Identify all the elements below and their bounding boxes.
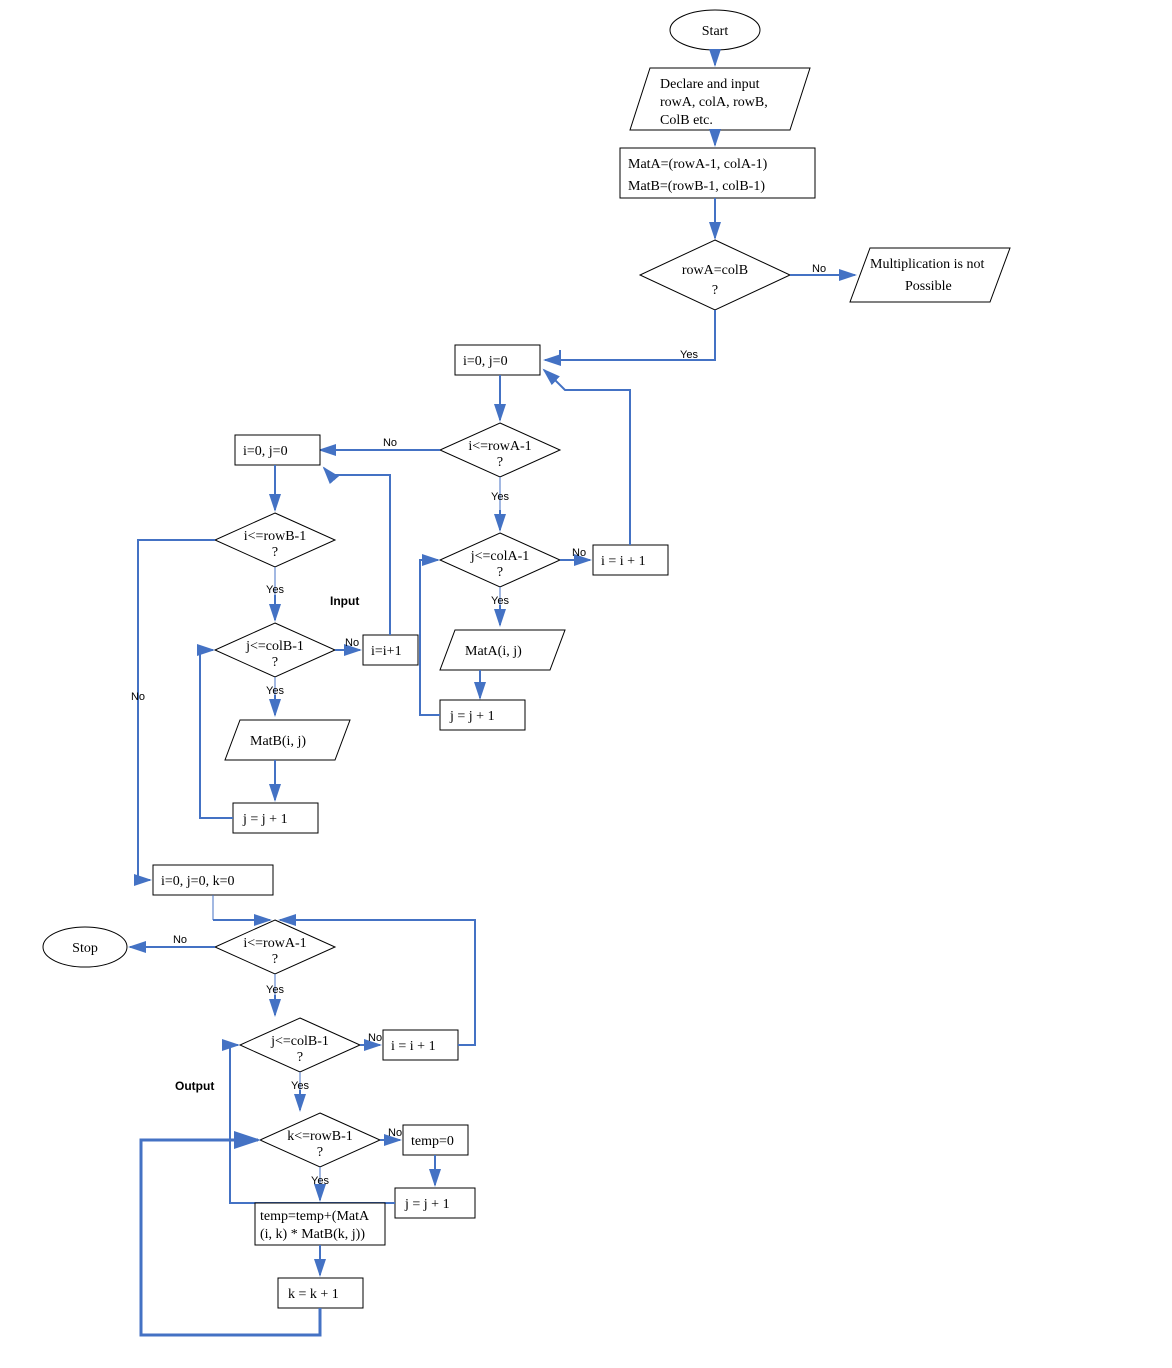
tempcalc2-text: (i, k) * MatB(k, j)) xyxy=(260,1227,365,1242)
irowa-text1: i<=rowA-1 xyxy=(468,439,531,454)
matbij-text: MatB(i, j) xyxy=(250,734,306,749)
initmat2-text: MatB=(rowB-1, colB-1) xyxy=(628,179,765,194)
jplus1-text: j = j + 1 xyxy=(449,709,495,724)
ij0b-text: i=0, j=0 xyxy=(243,444,288,459)
connector xyxy=(420,560,440,715)
krowb-text1: k<=rowB-1 xyxy=(287,1129,353,1144)
initmat1-text: MatA=(rowA-1, colA-1) xyxy=(628,157,768,172)
output-label: Output xyxy=(175,1079,214,1093)
yes-label: Yes xyxy=(266,584,284,596)
jcolb2-text1: j<=colB-1 xyxy=(270,1034,329,1049)
connector xyxy=(324,468,390,635)
multnot1-text: Multiplication is not xyxy=(870,257,984,272)
declare-text1: Declare and input xyxy=(660,77,760,92)
declare-text3: ColB etc. xyxy=(660,113,713,128)
connector xyxy=(544,370,555,380)
jcola-text1: j<=colA-1 xyxy=(470,549,530,564)
stop-text: Stop xyxy=(72,941,98,956)
input-label: Input xyxy=(330,594,359,608)
no-label: No xyxy=(173,934,187,946)
jcolb-text2: ? xyxy=(272,655,278,670)
iplus1c-text: i = i + 1 xyxy=(391,1039,436,1054)
no-label: No xyxy=(345,637,359,649)
rowcol-text1: rowA=colB xyxy=(682,263,748,278)
no-label: No xyxy=(383,437,397,449)
iplus1b-text: i=i+1 xyxy=(371,644,402,659)
no-label: No xyxy=(572,547,586,559)
connector xyxy=(138,540,215,880)
irowa-text2: ? xyxy=(497,455,503,470)
ijk0-text: i=0, j=0, k=0 xyxy=(161,874,234,889)
yes-label: Yes xyxy=(266,984,284,996)
kplus1-text: k = k + 1 xyxy=(288,1287,339,1302)
flowchart-diagram: Start Declare and input rowA, colA, rowB… xyxy=(0,0,1172,1368)
irowb-text1: i<=rowB-1 xyxy=(244,529,306,544)
iplus1-text: i = i + 1 xyxy=(601,554,646,569)
no-label: No xyxy=(368,1032,382,1044)
irowa2-text2: ? xyxy=(272,952,278,967)
connector xyxy=(555,380,630,545)
start-label: Start xyxy=(702,24,729,39)
jplus1c-text: j = j + 1 xyxy=(404,1197,450,1212)
tempcalc1-text: temp=temp+(MatA xyxy=(260,1209,370,1224)
multnot2-text: Possible xyxy=(905,279,952,294)
jplus1b-text: j = j + 1 xyxy=(242,812,288,827)
yes-label: Yes xyxy=(680,349,698,361)
mataij-text: MatA(i, j) xyxy=(465,644,522,659)
temp0-text: temp=0 xyxy=(411,1134,454,1149)
rowcol-text2: ? xyxy=(712,283,718,298)
declare-text2: rowA, colA, rowB, xyxy=(660,95,768,110)
ij0-text: i=0, j=0 xyxy=(463,354,508,369)
no-label: No xyxy=(388,1127,402,1139)
krowb-text2: ? xyxy=(317,1145,323,1160)
jcolb2-text2: ? xyxy=(297,1050,303,1065)
yes-label: Yes xyxy=(491,491,509,503)
irowb-text2: ? xyxy=(272,545,278,560)
connector xyxy=(200,650,233,818)
no-label: No xyxy=(812,263,826,275)
irowa2-text1: i<=rowA-1 xyxy=(243,936,306,951)
no-label: No xyxy=(131,691,145,703)
jcola-text2: ? xyxy=(497,565,503,580)
jcolb-text1: j<=colB-1 xyxy=(245,639,304,654)
